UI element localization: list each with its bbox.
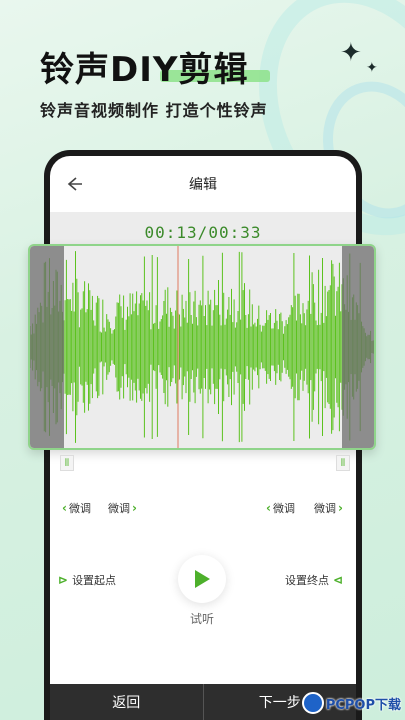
start-handle-icon[interactable]: ⦀ <box>60 455 74 471</box>
chevron-left-icon: ‹ <box>62 501 67 515</box>
pcpop-watermark: PCPOP下载 <box>301 688 401 718</box>
editor-title: 编辑 <box>189 177 217 193</box>
start-marker-icon: ⊳ <box>58 573 69 587</box>
end-marker-icon: ⊲ <box>333 573 344 587</box>
chevron-right-icon: › <box>338 501 343 515</box>
fine-tune-end-back-button[interactable]: ‹ 微调 <box>262 497 299 519</box>
fine-tune-end-forward-button[interactable]: 微调 › <box>310 497 347 519</box>
fine-tune-label: 微调 <box>108 502 130 515</box>
next-button-label: 下一步 <box>258 695 301 711</box>
trim-handle-row: ⦀ ⦀ <box>60 455 352 473</box>
back-button-label: 返回 <box>112 695 141 711</box>
fine-tune-label: 微调 <box>272 502 295 515</box>
trim-mask-right[interactable] <box>342 246 374 448</box>
headline-prefix: 铃声 <box>40 50 110 90</box>
preview-label: 试听 <box>190 612 215 626</box>
set-start-label: 设置起点 <box>72 574 117 587</box>
promo-headline: 铃声DIY剪辑 <box>40 42 249 91</box>
promo-subline: 铃声音视频制作 打造个性铃声 <box>40 101 268 120</box>
play-button[interactable] <box>178 555 226 603</box>
headline-diy: DIY <box>110 50 179 90</box>
headline-suffix: 剪辑 <box>178 50 249 90</box>
play-icon <box>195 570 210 588</box>
back-arrow-icon[interactable] <box>64 174 84 194</box>
editor-topbar: 编辑 <box>50 156 356 212</box>
chevron-left-icon: ‹ <box>266 501 271 515</box>
waveform[interactable] <box>30 246 374 448</box>
sparkle-small-icon: ✦ <box>366 60 378 76</box>
sparkle-icon: ✦ <box>340 38 362 68</box>
time-display-text: 00:13/00:33 <box>144 222 262 242</box>
set-start-button[interactable]: ⊳ 设置起点 <box>58 569 116 591</box>
fine-tune-label: 微调 <box>68 502 91 515</box>
fine-tune-label: 微调 <box>314 502 336 515</box>
end-handle-icon[interactable]: ⦀ <box>336 455 350 471</box>
watermark-text: PCPOP下载 <box>325 697 401 713</box>
watermark-logo-icon <box>301 692 324 714</box>
chevron-right-icon: › <box>132 501 137 515</box>
trim-mask-left[interactable] <box>30 246 64 448</box>
fine-tune-start-back-button[interactable]: ‹ 微调 <box>58 497 95 519</box>
set-end-button[interactable]: 设置终点 ⊲ <box>285 569 343 591</box>
set-end-label: 设置终点 <box>285 574 329 587</box>
waveform-panel[interactable] <box>28 244 376 450</box>
fine-tune-start-forward-button[interactable]: 微调 › <box>104 497 141 519</box>
back-button[interactable]: 返回 <box>50 684 203 720</box>
